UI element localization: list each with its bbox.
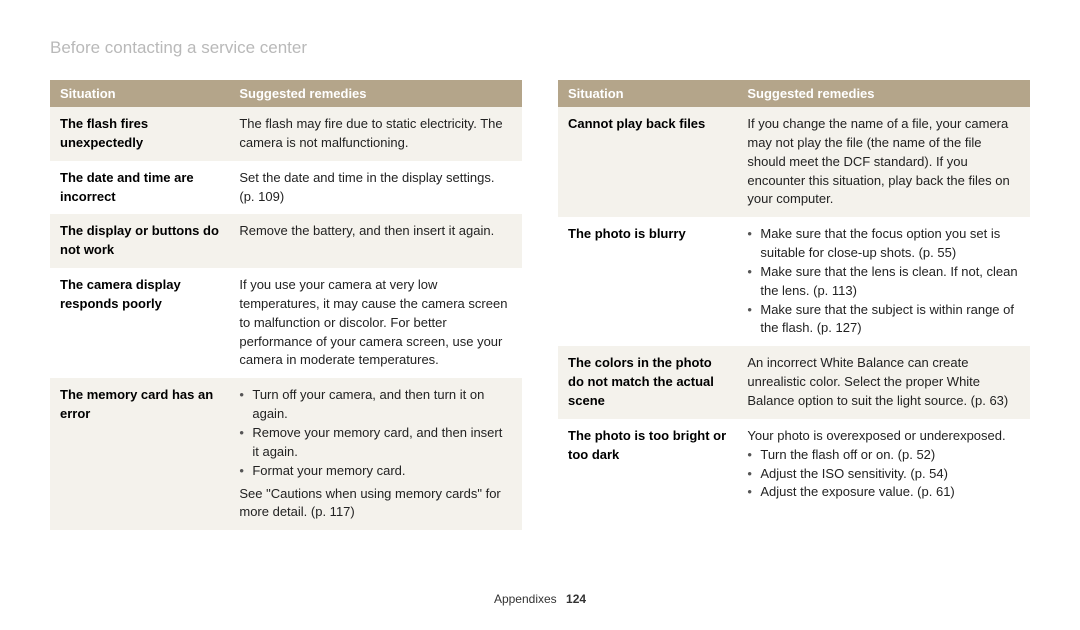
bullet-item: Make sure that the subject is within ran… <box>747 301 1020 339</box>
situation-cell: The flash fires unexpectedly <box>50 107 229 161</box>
remedy-cell: If you use your camera at very low tempe… <box>229 268 522 378</box>
troubleshoot-table-left: Situation Suggested remedies The flash f… <box>50 80 522 530</box>
bullet-item: Turn off your camera, and then turn it o… <box>239 386 512 424</box>
col-header-remedy: Suggested remedies <box>737 80 1030 107</box>
table-row: Cannot play back filesIf you change the … <box>558 107 1030 217</box>
situation-cell: The display or buttons do not work <box>50 214 229 268</box>
col-header-situation: Situation <box>50 80 229 107</box>
remedy-cell: Remove the battery, and then insert it a… <box>229 214 522 268</box>
situation-cell: Cannot play back files <box>558 107 737 217</box>
bullet-item: Remove your memory card, and then insert… <box>239 424 512 462</box>
bullet-item: Format your memory card. <box>239 462 512 481</box>
situation-cell: The photo is too bright or too dark <box>558 419 737 510</box>
bullet-item: Turn the flash off or on. (p. 52) <box>747 446 1020 465</box>
remedy-note: See "Cautions when using memory cards" f… <box>239 485 512 523</box>
footer-section: Appendixes <box>494 592 557 606</box>
situation-cell: The date and time are incorrect <box>50 161 229 215</box>
remedy-note: Your photo is overexposed or underexpose… <box>747 427 1020 446</box>
remedy-cell: Make sure that the focus option you set … <box>737 217 1030 346</box>
remedy-cell: Your photo is overexposed or underexpose… <box>737 419 1030 510</box>
page-title: Before contacting a service center <box>50 38 1030 58</box>
table-row: The colors in the photo do not match the… <box>558 346 1030 419</box>
remedy-cell: The flash may fire due to static electri… <box>229 107 522 161</box>
bullet-item: Adjust the exposure value. (p. 61) <box>747 483 1020 502</box>
footer-page-number: 124 <box>566 592 586 606</box>
right-column: Situation Suggested remedies Cannot play… <box>558 80 1030 530</box>
table-row: The date and time are incorrectSet the d… <box>50 161 522 215</box>
remedy-cell: Set the date and time in the display set… <box>229 161 522 215</box>
table-row: The camera display responds poorlyIf you… <box>50 268 522 378</box>
situation-cell: The colors in the photo do not match the… <box>558 346 737 419</box>
troubleshoot-table-right: Situation Suggested remedies Cannot play… <box>558 80 1030 510</box>
remedy-cell: Turn off your camera, and then turn it o… <box>229 378 522 530</box>
situation-cell: The photo is blurry <box>558 217 737 346</box>
table-row: The memory card has an error Turn off you… <box>50 378 522 530</box>
remedy-cell: An incorrect White Balance can create un… <box>737 346 1030 419</box>
bullet-item: Make sure that the lens is clean. If not… <box>747 263 1020 301</box>
bullet-item: Make sure that the focus option you set … <box>747 225 1020 263</box>
situation-cell: The memory card has an error <box>50 378 229 530</box>
bullet-item: Adjust the ISO sensitivity. (p. 54) <box>747 465 1020 484</box>
table-row: The display or buttons do not workRemove… <box>50 214 522 268</box>
table-row: The photo is blurry Make sure that the fo… <box>558 217 1030 346</box>
content-columns: Situation Suggested remedies The flash f… <box>50 80 1030 530</box>
situation-cell: The camera display responds poorly <box>50 268 229 378</box>
left-column: Situation Suggested remedies The flash f… <box>50 80 522 530</box>
table-row: The flash fires unexpectedlyThe flash ma… <box>50 107 522 161</box>
col-header-remedy: Suggested remedies <box>229 80 522 107</box>
remedy-cell: If you change the name of a file, your c… <box>737 107 1030 217</box>
page-footer: Appendixes 124 <box>0 592 1080 606</box>
col-header-situation: Situation <box>558 80 737 107</box>
table-row: The photo is too bright or too dark Your … <box>558 419 1030 510</box>
